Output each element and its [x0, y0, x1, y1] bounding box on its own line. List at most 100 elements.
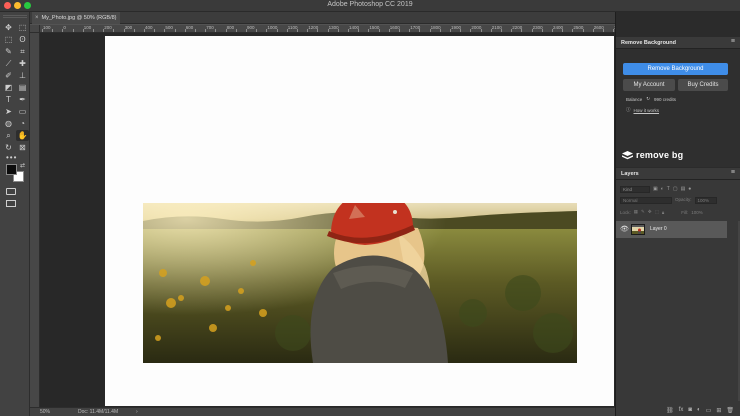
move-tool-icon[interactable]: ✥ [2, 22, 15, 33]
quick-select-tool-icon[interactable]: ✎ [2, 46, 15, 57]
remove-bg-panel-header[interactable]: Remove Background ≡ [616, 37, 740, 49]
foreground-color-swatch[interactable] [6, 164, 17, 175]
edit-toolbar-icon[interactable]: ••• [6, 153, 17, 162]
gradient-tool-icon[interactable]: ▤ [16, 82, 29, 93]
document-tab[interactable]: × My_Photo.jpg @ 50% (RGB/8) [32, 12, 120, 24]
eraser-tool-icon[interactable]: ◩ [2, 82, 15, 93]
add-mask-icon[interactable]: ◙ [688, 407, 692, 413]
quick-mask-icon[interactable] [6, 188, 16, 195]
layer-row[interactable]: 👁︎ Layer 0 [616, 221, 727, 238]
remove-background-button[interactable]: Remove Background [623, 63, 728, 75]
healing-tool-icon[interactable]: ✚ [16, 58, 29, 69]
field-photo [143, 203, 577, 363]
toolbar-grip[interactable] [3, 15, 27, 18]
document-tab-bar: × My_Photo.jpg @ 50% (RGB/8) [30, 12, 615, 24]
ruler-tick [256, 29, 258, 32]
ruler-tick-label: 600 [185, 25, 194, 30]
how-it-works-link[interactable]: How it works [634, 108, 660, 113]
artboard-tool-icon[interactable]: ⬚ [16, 22, 29, 33]
lock-paint-icon[interactable]: ✎ [641, 209, 645, 215]
new-layer-icon[interactable]: ⊞ [716, 407, 721, 414]
marquee-tool-icon[interactable]: ⬚ [2, 34, 15, 45]
ruler-tick [52, 29, 54, 32]
layers-menu-icon[interactable]: ≡ [731, 169, 735, 176]
layers-footer: ⛓ fx ◙ ◐ ▭ ⊞ 🗑︎ [616, 404, 740, 416]
shape-filter-icon[interactable]: ▢ [673, 186, 678, 192]
layer-name[interactable]: Layer 0 [650, 226, 667, 232]
panel-menu-icon[interactable]: ≡ [731, 38, 735, 45]
eyedropper-tool-icon[interactable]: ⟋ [2, 58, 15, 69]
pixel-filter-icon[interactable]: ▣ [653, 186, 658, 192]
opacity-field[interactable]: 100% [694, 197, 717, 204]
swap-colors-icon[interactable]: ⇄ [20, 162, 25, 169]
lock-row: Lock: ▦ ✎ ✥ ⬚ 🔒︎ Fill: 100% [620, 208, 737, 216]
how-it-works-row[interactable]: ⓘ How it works [626, 107, 659, 113]
layers-panel: Kind ▣ ◐ T ▢ ▤ ● Normal Opacity: 100% Lo… [616, 180, 740, 416]
brush-tool-icon[interactable]: ✐ [2, 70, 15, 81]
my-account-button[interactable]: My Account [623, 79, 675, 91]
smart-object-filter-icon[interactable]: ▤ [681, 186, 686, 192]
type-filter-icon[interactable]: T [667, 186, 670, 192]
filter-toggle-icon[interactable]: ● [688, 186, 691, 192]
rotate-view-tool-icon[interactable]: ↻ [2, 142, 15, 153]
document-canvas[interactable] [105, 36, 614, 406]
lock-pixels-icon[interactable]: ▦ [634, 209, 638, 215]
status-menu-icon[interactable]: › [136, 409, 138, 415]
buy-credits-button[interactable]: Buy Credits [678, 79, 728, 91]
lock-all-icon[interactable]: 🔒︎ [662, 210, 664, 215]
ruler-tick [317, 29, 319, 32]
zoom-tool-icon[interactable]: ⌕ [2, 130, 15, 141]
ruler-tick [603, 29, 604, 32]
balance-row: Balance ↻ 990 credits [626, 96, 676, 102]
dodge-tool-icon[interactable]: ◔ [16, 118, 29, 129]
blend-mode-select[interactable]: Normal [620, 197, 672, 204]
ruler-tick-label: 700 [206, 25, 214, 30]
layers-panel-title: Layers [621, 171, 639, 177]
ruler-origin[interactable] [30, 25, 40, 33]
remove-bg-panel: Remove Background My Account Buy Credits… [616, 49, 740, 167]
fill-value[interactable]: 100% [691, 210, 703, 215]
type-tool-icon[interactable]: T [2, 94, 15, 105]
ruler-tick [480, 29, 482, 32]
new-group-icon[interactable]: ▭ [706, 407, 712, 414]
adjustment-layer-icon[interactable]: ◐ [697, 407, 701, 413]
balance-label: Balance [626, 96, 643, 102]
hand-tool-icon[interactable]: ✋ [16, 130, 29, 141]
visibility-eye-icon[interactable]: 👁︎ [620, 225, 629, 233]
ruler-tick [72, 29, 74, 32]
canvas-workspace[interactable] [40, 33, 615, 407]
rectangle-tool-icon[interactable]: ▭ [16, 106, 29, 117]
balance-value: 990 credits [654, 96, 677, 102]
zoom-level[interactable]: 50% [40, 409, 50, 415]
adjustment-filter-icon[interactable]: ◐ [661, 186, 664, 192]
refresh-icon[interactable]: ↻ [646, 96, 650, 102]
horizontal-ruler[interactable]: 100 0 100 200 300 400 500 600 700 800 900 1000 1100 1… [40, 25, 615, 33]
lock-artboard-icon[interactable]: ⬚ [655, 209, 659, 215]
crop-tool-icon[interactable]: ⌗ [16, 46, 29, 57]
lock-position-icon[interactable]: ✥ [648, 209, 652, 215]
opacity-label: Opacity: [675, 197, 692, 202]
ruler-tick [93, 29, 94, 32]
path-select-tool-icon[interactable]: ➤ [2, 106, 15, 117]
layers-panel-header[interactable]: Layers ≡ [616, 168, 740, 180]
ruler-tick-label: 100 [83, 25, 92, 30]
app-title: Adobe Photoshop CC 2019 [327, 1, 413, 8]
stamp-tool-icon[interactable]: ⊥ [16, 70, 29, 81]
close-tab-icon[interactable]: × [35, 15, 39, 21]
lasso-tool-icon[interactable]: ʘ [16, 34, 29, 45]
layer-style-icon[interactable]: fx [679, 407, 684, 413]
kind-filter-select[interactable]: Kind [620, 185, 650, 193]
link-layers-icon[interactable]: ⛓ [666, 407, 674, 414]
screen-mode-icon[interactable] [6, 200, 16, 207]
help-icon: ⓘ [626, 107, 631, 112]
layer-filter-row: Kind ▣ ◐ T ▢ ▤ ● [620, 185, 737, 193]
frame-tool-icon[interactable]: ⊠ [16, 142, 29, 153]
status-bar: 50% Doc: 11.4M/11.4M › [30, 407, 615, 416]
vertical-ruler[interactable] [30, 33, 40, 407]
delete-layer-icon[interactable]: 🗑︎ [726, 407, 734, 414]
pen-tool-icon[interactable]: ✒ [16, 94, 29, 105]
blur-tool-icon[interactable]: ◍ [2, 118, 15, 129]
layer-thumbnail [631, 224, 645, 235]
panel-dock: Remove Background ≡ Remove Background My… [615, 12, 740, 416]
ruler-tick [154, 29, 156, 32]
